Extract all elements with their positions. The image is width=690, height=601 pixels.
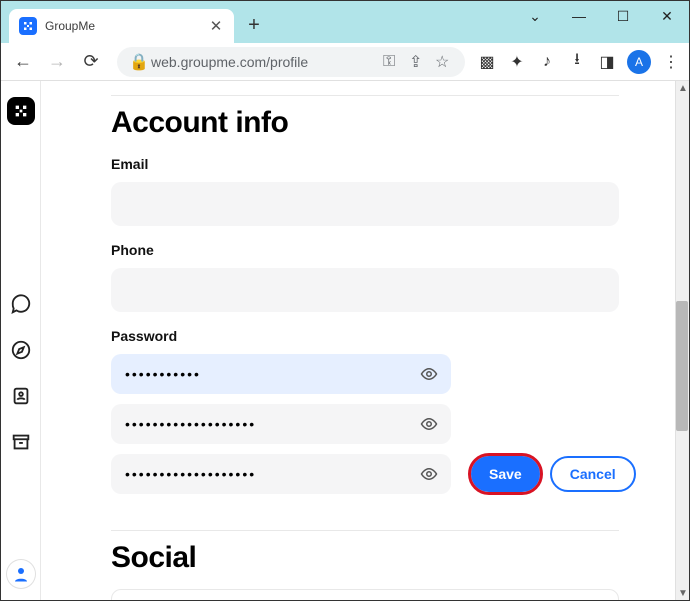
eye-icon[interactable]: [419, 364, 439, 384]
url-text: web.groupme.com/profile: [151, 54, 375, 70]
section-title-social: Social: [111, 541, 619, 575]
phone-field[interactable]: [111, 268, 619, 312]
app-sidebar: [1, 81, 41, 600]
menu-kebab-icon[interactable]: ⋮: [661, 52, 681, 72]
reload-button[interactable]: ⟳: [77, 48, 105, 76]
password-current-field[interactable]: [111, 354, 451, 394]
window-maximize-button[interactable]: ☐: [601, 1, 645, 31]
address-bar[interactable]: 🔒 web.groupme.com/profile ⚿ ⇪ ☆: [117, 47, 465, 77]
password-confirm-field[interactable]: [111, 454, 451, 494]
new-tab-button[interactable]: +: [240, 11, 268, 39]
contacts-icon[interactable]: [10, 385, 32, 407]
window-minimize-button[interactable]: —: [557, 1, 601, 31]
social-row-facebook: f Facebook Connect: [111, 589, 619, 600]
password-label: Password: [111, 328, 619, 344]
back-button[interactable]: ←: [9, 48, 37, 76]
window-close-button[interactable]: ✕: [645, 1, 689, 31]
email-label: Email: [111, 156, 619, 172]
sidepanel-icon[interactable]: ◨: [597, 52, 617, 72]
password-new-field[interactable]: [111, 404, 451, 444]
user-account-icon[interactable]: [7, 560, 35, 588]
key-icon[interactable]: ⚿: [383, 53, 401, 71]
phone-label: Phone: [111, 242, 619, 258]
browser-toolbar: ← → ⟳ 🔒 web.groupme.com/profile ⚿ ⇪ ☆ ▩ …: [1, 43, 689, 81]
scrollbar[interactable]: ▲ ▼: [675, 81, 689, 600]
share-icon[interactable]: ⇪: [409, 52, 427, 72]
browser-tab-groupme[interactable]: GroupMe ✕: [9, 9, 234, 43]
eye-icon[interactable]: [419, 414, 439, 434]
tab-title: GroupMe: [45, 19, 208, 33]
forward-button[interactable]: →: [43, 48, 71, 76]
extension-screenshot-icon[interactable]: ▩: [477, 52, 497, 72]
downloads-icon[interactable]: ⭳: [567, 52, 587, 72]
cancel-button[interactable]: Cancel: [550, 456, 636, 492]
scroll-down-icon[interactable]: ▼: [676, 586, 689, 600]
main-content: Account info Email Phone Password: [41, 81, 689, 600]
lock-icon: 🔒: [129, 52, 143, 72]
discover-icon[interactable]: [10, 339, 32, 361]
section-title-account: Account info: [111, 106, 619, 140]
chevron-down-icon[interactable]: ⌄: [513, 1, 557, 31]
playlist-icon[interactable]: ♪: [537, 52, 557, 72]
archive-icon[interactable]: [10, 431, 32, 453]
extensions-puzzle-icon[interactable]: ✦: [507, 52, 527, 72]
browser-titlebar: GroupMe ✕ + ⌄ — ☐ ✕: [1, 1, 689, 43]
groupme-favicon-icon: [19, 17, 37, 35]
scroll-up-icon[interactable]: ▲: [676, 81, 689, 95]
profile-avatar[interactable]: A: [627, 50, 651, 74]
tab-close-icon[interactable]: ✕: [208, 18, 224, 34]
bookmark-star-icon[interactable]: ☆: [435, 52, 453, 72]
email-field[interactable]: [111, 182, 619, 226]
groupme-logo-icon[interactable]: [7, 97, 35, 125]
eye-icon[interactable]: [419, 464, 439, 484]
save-button[interactable]: Save: [471, 456, 540, 492]
chats-icon[interactable]: [10, 293, 32, 315]
scrollbar-thumb[interactable]: [676, 301, 688, 431]
